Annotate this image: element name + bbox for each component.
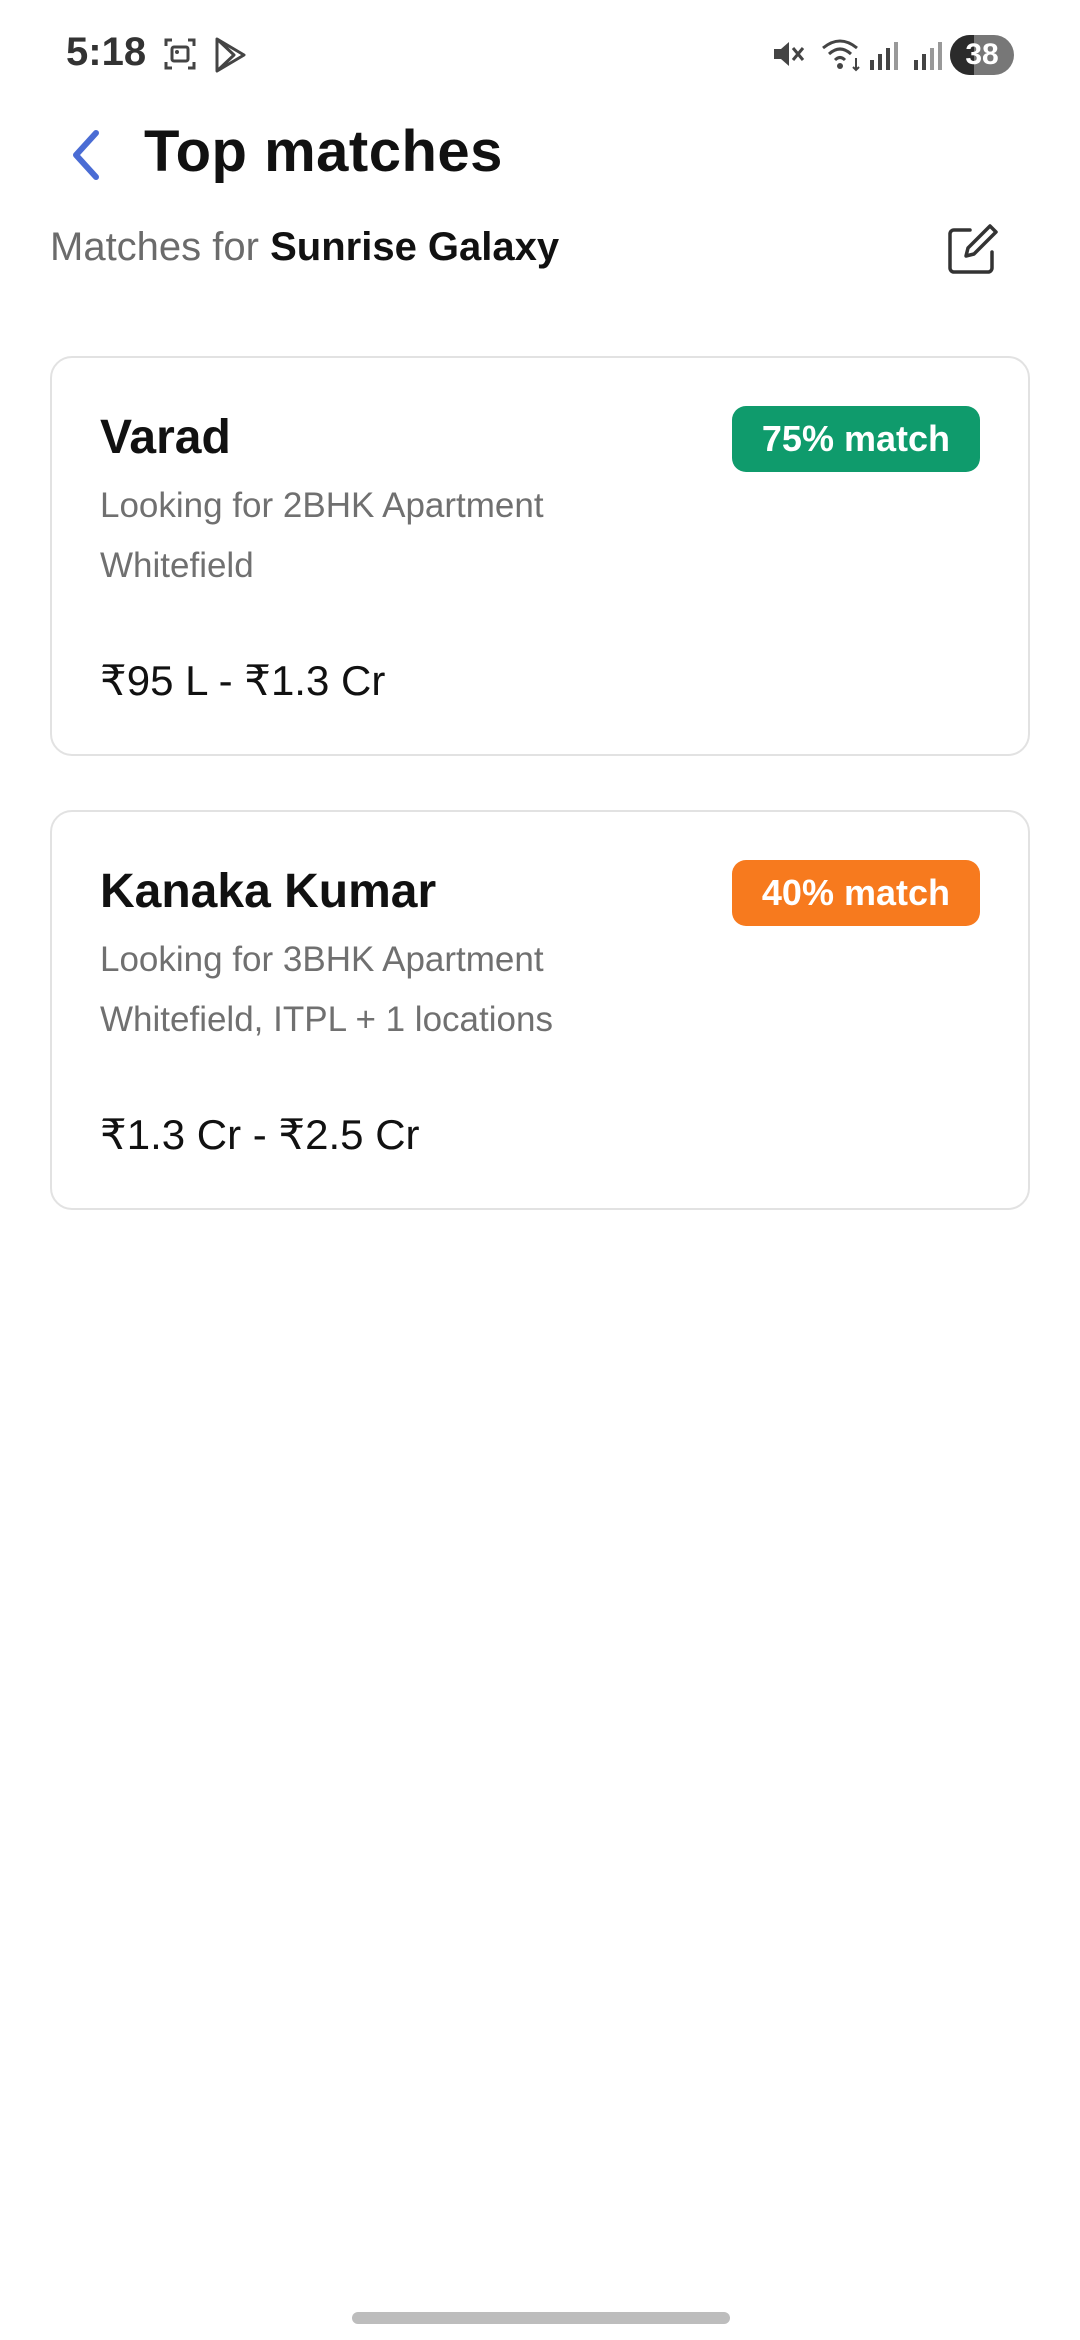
lead-name: Kanaka Kumar (100, 865, 437, 918)
match-card[interactable]: Kanaka Kumar 40% match Looking for 3BHK … (50, 810, 1030, 1210)
signal-icon (868, 36, 900, 77)
battery-indicator: 38 (950, 35, 1014, 75)
lead-name: Varad (100, 411, 231, 464)
edit-icon (948, 224, 998, 274)
status-bar: 5:18 38 (0, 0, 1080, 110)
budget-range: ₹95 L - ₹1.3 Cr (100, 657, 386, 704)
match-percentage-badge: 75% match (731, 406, 980, 472)
requirement-text: Looking for 3BHK Apartment (100, 940, 544, 979)
budget-range: ₹1.3 Cr - ₹2.5 Cr (100, 1111, 420, 1158)
edit-button[interactable] (944, 222, 1000, 278)
match-percentage-badge: 40% match (731, 860, 980, 926)
requirement-text: Looking for 2BHK Apartment (100, 486, 544, 525)
locations-text: Whitefield (100, 546, 254, 585)
screenshot-icon (162, 36, 198, 77)
home-indicator[interactable] (352, 2312, 730, 2324)
battery-level: 38 (965, 38, 999, 71)
signal-icon (912, 36, 944, 77)
mute-icon (770, 36, 806, 77)
project-name: Sunrise Galaxy (270, 225, 560, 269)
match-card[interactable]: Varad 75% match Looking for 2BHK Apartme… (50, 356, 1030, 756)
page-title: Top matches (144, 119, 503, 184)
wifi-icon (820, 36, 864, 77)
screen: 5:18 38 Top matches Matches for Sunrise … (0, 0, 1080, 2340)
subtitle-prefix: Matches for (50, 225, 259, 269)
play-store-icon (212, 36, 248, 79)
chevron-left-icon (73, 130, 99, 180)
back-button[interactable] (56, 120, 116, 190)
matches-subtitle: Matches for Sunrise Galaxy (50, 225, 559, 270)
status-time: 5:18 (66, 30, 147, 74)
locations-text: Whitefield, ITPL + 1 locations (100, 1000, 553, 1039)
